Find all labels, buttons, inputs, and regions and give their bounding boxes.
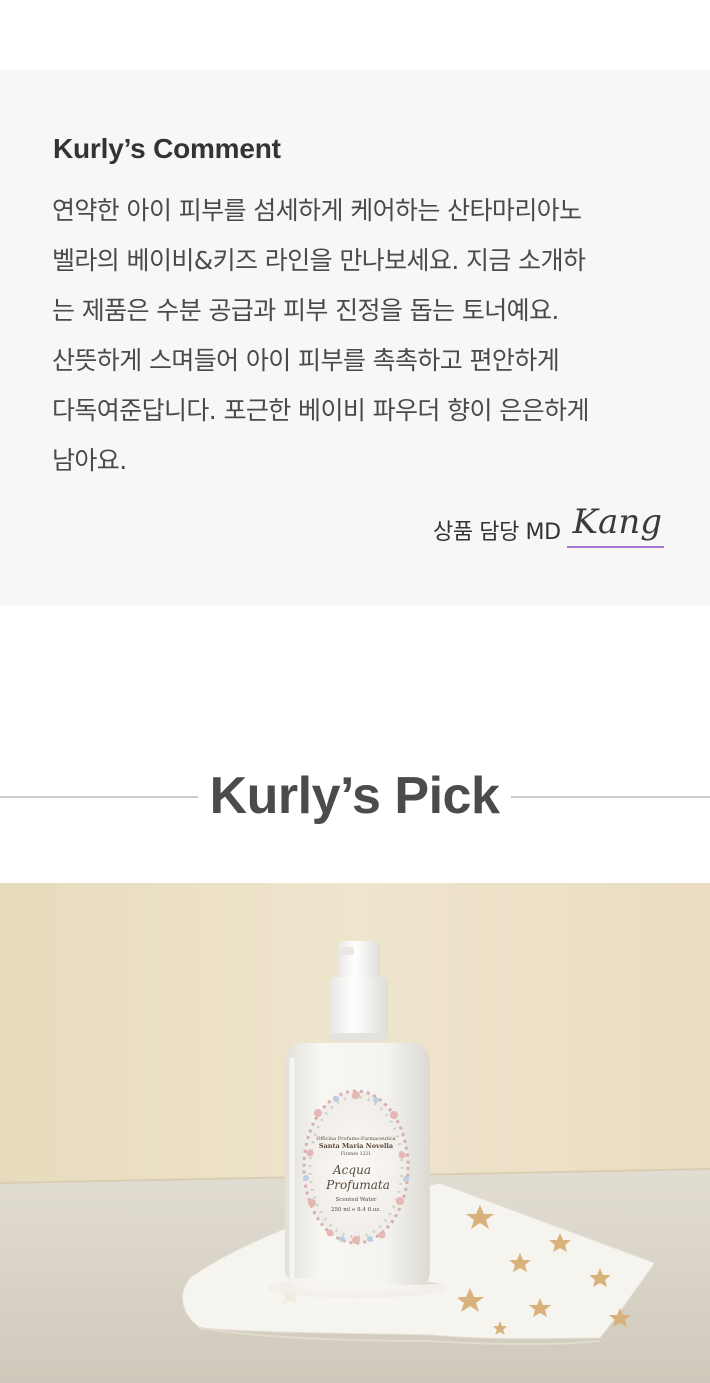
pump-head	[338, 941, 380, 979]
label-volume: 250 ml ℮ 8.4 fl.oz.	[331, 1207, 381, 1213]
comment-body-line: 벨라의 베이비&키즈 라인을 만나보세요. 지금 소개하	[52, 246, 586, 275]
pump-collar	[330, 977, 388, 1039]
comment-body-line: 다독여준답니다. 포근한 베이비 파우더 향이 은은하게	[52, 396, 589, 425]
comment-body-line: 산뜻하게 스며들어 아이 피부를 촉촉하고 편안하게	[52, 346, 560, 375]
divider-line-right	[511, 796, 710, 798]
comment-title: Kurly’s Comment	[53, 133, 281, 164]
product-photo: Officina Profumo-Farmaceutica Santa Mari…	[0, 883, 710, 1383]
divider-line-left	[0, 796, 198, 798]
kurly-pick-header: Kurly’s Pick	[0, 760, 710, 832]
md-signature: Kang	[566, 502, 664, 548]
comment-body-line: 는 제품은 수분 공급과 피부 진정을 돕는 토너예요.	[52, 296, 559, 325]
label-name-line2: Profumata	[325, 1178, 390, 1192]
md-label: 상품 담당 MD	[432, 520, 561, 545]
comment-body-line: 연약한 아이 피부를 섬세하게 케어하는 산타마리아노	[52, 196, 582, 225]
md-signature-block: 상품 담당 MD Kang	[433, 498, 664, 548]
comment-body-line: 남아요.	[52, 446, 127, 475]
comment-body: 연약한 아이 피부를 섬세하게 케어하는 산타마리아노 벨라의 베이비&키즈 라…	[52, 186, 672, 486]
label-subtitle: Scented Water	[336, 1197, 377, 1203]
label-brand-line2: Santa Maria Novella	[319, 1142, 394, 1150]
label-brand-line3: Firenze 1221	[341, 1151, 371, 1157]
product-photo-illustration: Officina Profumo-Farmaceutica Santa Mari…	[0, 883, 710, 1383]
pick-title: Kurly’s Pick	[209, 767, 500, 825]
label-name-line1: Acqua	[332, 1163, 371, 1177]
